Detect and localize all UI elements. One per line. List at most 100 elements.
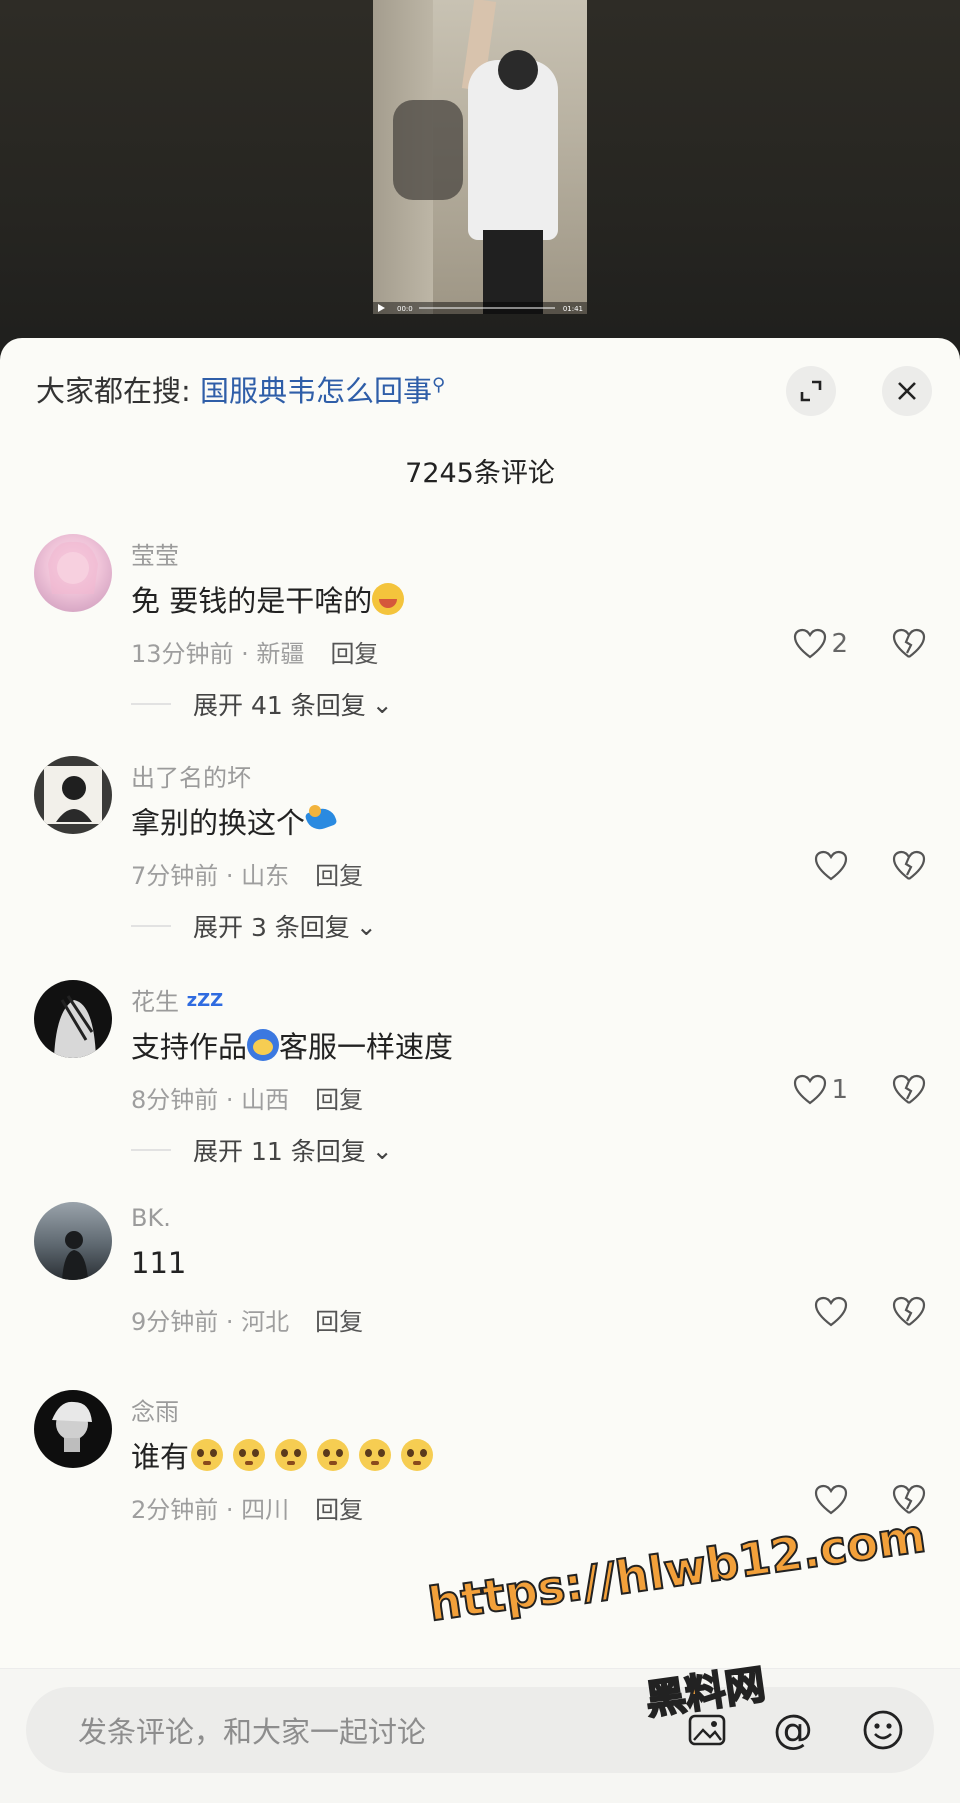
- username[interactable]: BK.: [131, 1204, 171, 1232]
- heart-icon: [814, 1484, 848, 1515]
- comment-text-content: 免 要钱的是干啥的: [131, 584, 373, 618]
- comment-time-location: 7分钟前 · 山东: [131, 862, 290, 890]
- comment-text: 免 要钱的是干啥的: [131, 578, 405, 620]
- like-button[interactable]: [814, 850, 848, 882]
- comment-text-part-2: 客服一样速度: [279, 1030, 454, 1064]
- sleep-badge: zZZ: [186, 990, 224, 1011]
- divider: [131, 1149, 171, 1151]
- comment-text: 拿别的换这个: [131, 800, 337, 842]
- reply-button[interactable]: 回复: [315, 1308, 363, 1336]
- dislike-button[interactable]: [892, 1296, 926, 1332]
- like-count: 2: [831, 629, 848, 659]
- broken-heart-icon: [892, 1296, 926, 1326]
- pleading-face-emoji-icon: [359, 1439, 392, 1471]
- like-button[interactable]: 1: [793, 1074, 848, 1106]
- like-count: 1: [831, 1075, 848, 1105]
- chevron-down-icon: ⌄: [355, 911, 377, 941]
- pleading-face-emoji-icon: [317, 1439, 350, 1471]
- broken-heart-icon: [892, 1074, 926, 1104]
- comment-input[interactable]: 发条评论，和大家一起讨论 @: [26, 1687, 934, 1773]
- close-button[interactable]: [882, 366, 932, 416]
- mention-button[interactable]: @: [770, 1707, 816, 1753]
- expand-replies[interactable]: 展开 3 条回复 ⌄: [131, 908, 377, 944]
- avatar[interactable]: [34, 1390, 112, 1468]
- username[interactable]: 念雨: [131, 1392, 179, 1427]
- search-icon: ⚲: [432, 374, 446, 396]
- heart-icon: [814, 850, 848, 881]
- search-keyword[interactable]: 国服典韦怎么回事: [200, 374, 432, 408]
- pleading-face-emoji-icon: [401, 1439, 434, 1471]
- like-button[interactable]: [814, 1296, 848, 1328]
- reply-button[interactable]: 回复: [330, 640, 378, 668]
- comment-text: 谁有: [131, 1434, 434, 1476]
- divider: [131, 925, 171, 927]
- username[interactable]: 出了名的坏: [131, 758, 251, 793]
- username[interactable]: 花生 zZZ: [131, 982, 223, 1017]
- avatar[interactable]: [34, 756, 112, 834]
- expand-replies-label: 展开 41 条回复: [193, 691, 366, 720]
- avatar[interactable]: [34, 534, 112, 612]
- heart-icon: [794, 628, 827, 659]
- comment-meta: 7分钟前 · 山东 回复: [131, 856, 363, 891]
- expand-replies[interactable]: 展开 41 条回复 ⌄: [131, 686, 393, 722]
- comment-meta: 2分钟前 · 四川 回复: [131, 1490, 363, 1525]
- reply-button[interactable]: 回复: [315, 862, 363, 890]
- comment-meta: 13分钟前 · 新疆 回复: [131, 634, 378, 669]
- search-prefix: 大家都在搜:: [36, 374, 200, 408]
- avatar[interactable]: [34, 1202, 112, 1280]
- reply-button[interactable]: 回复: [315, 1086, 363, 1114]
- comment-time-location: 9分钟前 · 河北: [131, 1308, 290, 1336]
- comment-text: 111: [131, 1246, 187, 1280]
- username-text: 花生: [131, 988, 179, 1016]
- like-button[interactable]: 2: [793, 628, 848, 660]
- comment-time-location: 13分钟前 · 新疆: [131, 640, 305, 668]
- comment-time-location: 2分钟前 · 四川: [131, 1496, 290, 1524]
- close-icon: [898, 382, 916, 400]
- comment-time-location: 8分钟前 · 山西: [131, 1086, 290, 1114]
- avatar[interactable]: [34, 980, 112, 1058]
- expand-replies-label: 展开 11 条回复: [193, 1137, 366, 1166]
- dislike-button[interactable]: [892, 850, 926, 886]
- comment-count: 7245条评论: [405, 458, 555, 489]
- video-progress-track[interactable]: [419, 307, 555, 309]
- comment-text-content: 谁有: [131, 1440, 190, 1474]
- dislike-button[interactable]: [892, 628, 926, 664]
- comment-input-placeholder: 发条评论，和大家一起讨论: [78, 1715, 427, 1749]
- broken-heart-icon: [892, 628, 926, 658]
- expand-replies-label: 展开 3 条回复: [193, 913, 350, 942]
- dislike-button[interactable]: [892, 1074, 926, 1110]
- heart-icon: [794, 1074, 827, 1105]
- heart-icon: [814, 1296, 848, 1327]
- video-current-time: 00:0: [397, 305, 413, 313]
- broken-heart-icon: [892, 850, 926, 880]
- username[interactable]: 莹莹: [131, 536, 179, 571]
- chevron-down-icon: ⌄: [371, 689, 393, 719]
- comment-meta: 9分钟前 · 河北 回复: [131, 1302, 363, 1337]
- video-player[interactable]: 00:0 01:41: [373, 0, 587, 314]
- running-emoji-icon: [305, 805, 337, 837]
- play-icon[interactable]: [378, 304, 385, 312]
- emoji-icon: [863, 1710, 903, 1750]
- video-controls[interactable]: 00:0 01:41: [373, 302, 587, 314]
- comment-text: 支持作品 客服一样速度: [131, 1024, 453, 1066]
- expand-button[interactable]: [786, 366, 836, 416]
- comment-text-part-1: 支持作品: [131, 1030, 248, 1064]
- search-suggestion[interactable]: 大家都在搜: 国服典韦怎么回事⚲: [36, 368, 445, 410]
- expand-replies[interactable]: 展开 11 条回复 ⌄: [131, 1132, 393, 1168]
- emoji-button[interactable]: [860, 1707, 906, 1753]
- divider: [131, 703, 171, 705]
- comment-input-bar: 发条评论，和大家一起讨论 @: [0, 1668, 960, 1803]
- pleading-face-emoji-icon: [275, 1439, 308, 1471]
- chevron-down-icon: ⌄: [371, 1135, 393, 1165]
- comment-meta: 8分钟前 · 山西 回复: [131, 1080, 363, 1115]
- video-total-time: 01:41: [562, 305, 583, 313]
- like-button[interactable]: [814, 1484, 848, 1516]
- cold-face-emoji-icon: [247, 1029, 280, 1061]
- video-frame-crowd: [393, 100, 463, 200]
- video-frame-head: [498, 50, 538, 90]
- pleading-face-emoji-icon: [191, 1439, 224, 1471]
- expand-icon: [800, 380, 822, 402]
- video-area[interactable]: 00:0 01:41: [0, 0, 960, 360]
- laughing-emoji-icon: [372, 583, 405, 615]
- reply-button[interactable]: 回复: [315, 1496, 363, 1524]
